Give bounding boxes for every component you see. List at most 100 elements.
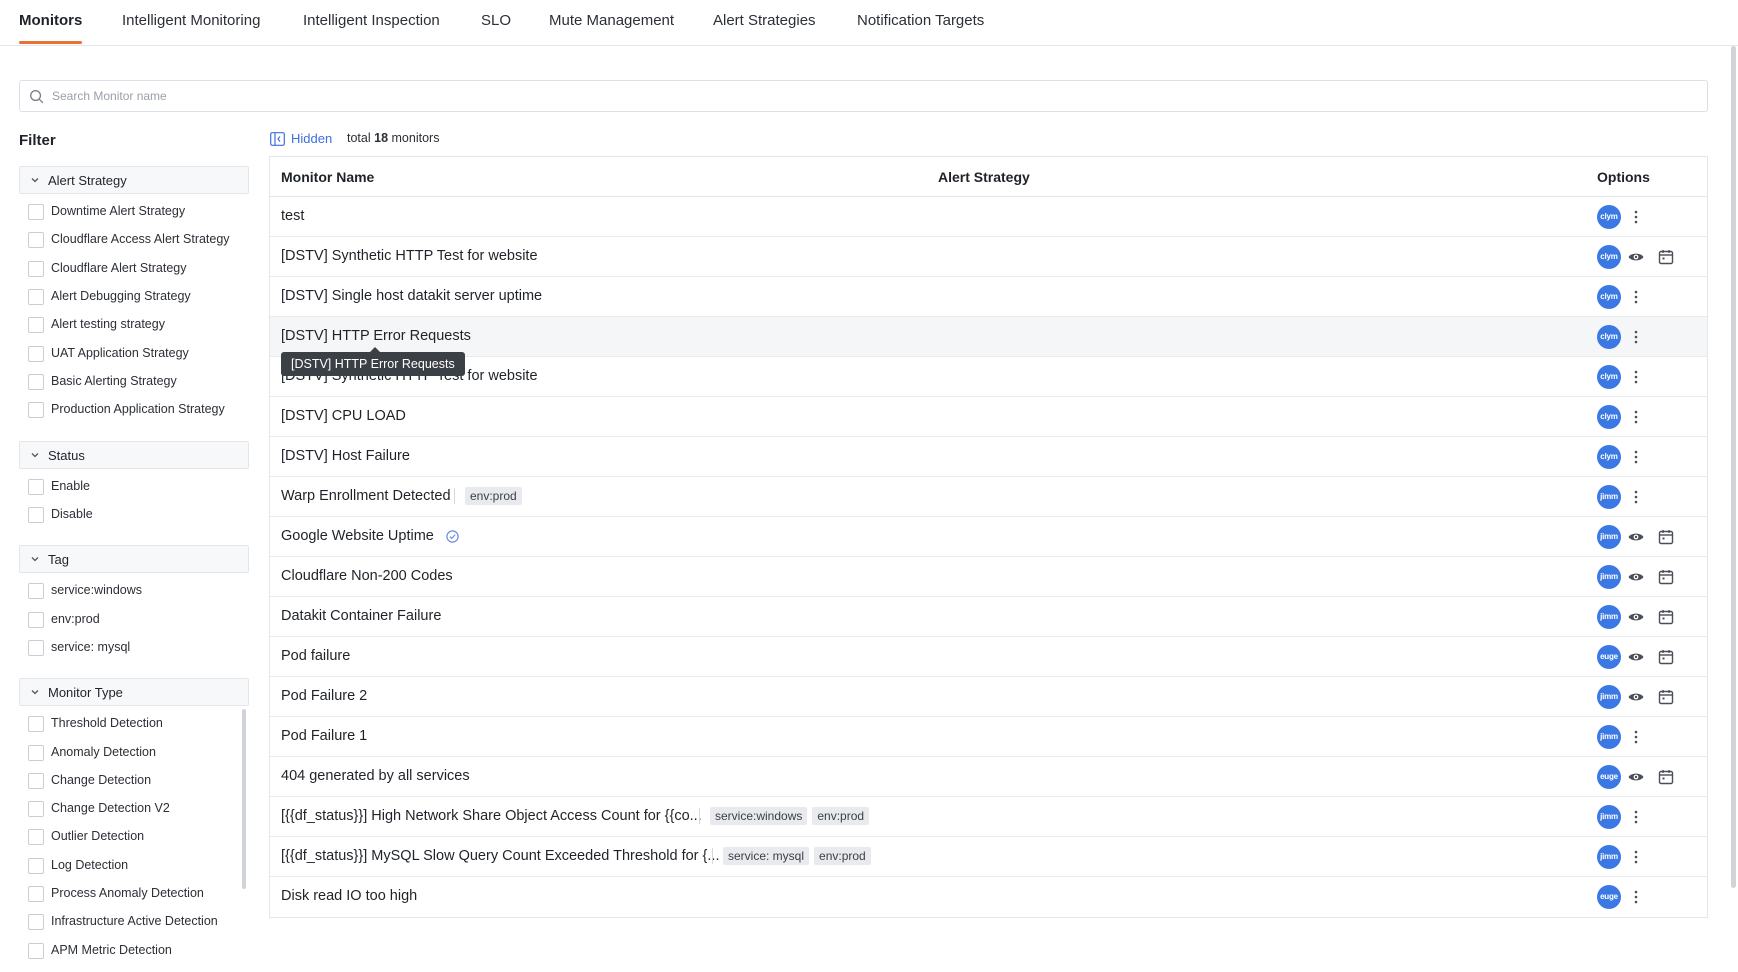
calendar-icon[interactable] <box>1657 568 1675 586</box>
checkbox[interactable] <box>28 317 44 333</box>
table-row[interactable]: Pod Failure 1 jimm <box>270 717 1707 757</box>
monitor-name[interactable]: Google Website Uptime <box>281 528 434 544</box>
monitor-name[interactable]: test <box>281 208 304 224</box>
monitor-name[interactable]: Warp Enrollment Detected <box>281 488 451 504</box>
more-options-icon[interactable] <box>1627 808 1645 826</box>
table-row[interactable]: [DSTV] CPU LOAD clym <box>270 397 1707 437</box>
checkbox[interactable] <box>28 858 44 874</box>
checkbox[interactable] <box>28 801 44 817</box>
checkbox[interactable] <box>28 829 44 845</box>
checkbox[interactable] <box>28 773 44 789</box>
checkbox[interactable] <box>28 507 44 523</box>
monitor-name[interactable]: [DSTV] Host Failure <box>281 448 410 464</box>
table-row[interactable]: [DSTV] Synthetic HTTP Test for website cl… <box>270 357 1707 397</box>
tab-mute-management[interactable]: Mute Management <box>549 12 674 29</box>
more-options-icon[interactable] <box>1627 448 1645 466</box>
checkbox[interactable] <box>28 479 44 495</box>
checkbox[interactable] <box>28 745 44 761</box>
monitor-name[interactable]: [DSTV] CPU LOAD <box>281 408 406 424</box>
more-options-icon[interactable] <box>1627 208 1645 226</box>
table-row[interactable]: Pod Failure 2 jimm <box>270 677 1707 717</box>
sidebar-scrollbar[interactable] <box>242 709 246 889</box>
more-options-icon[interactable] <box>1627 848 1645 866</box>
more-options-icon[interactable] <box>1627 488 1645 506</box>
search-input[interactable] <box>52 81 1692 111</box>
tab-intelligent-monitoring[interactable]: Intelligent Monitoring <box>122 12 260 29</box>
filter-group-alert-strategy[interactable]: Alert Strategy <box>19 166 249 194</box>
eye-icon[interactable] <box>1627 528 1645 546</box>
table-row[interactable]: Warp Enrollment Detected env:prod jimm <box>270 477 1707 517</box>
avatar: euge <box>1597 765 1621 789</box>
table-row[interactable]: Disk read IO too high euge <box>270 877 1707 917</box>
monitor-name[interactable]: Pod failure <box>281 648 350 664</box>
checkbox[interactable] <box>28 640 44 656</box>
checkbox[interactable] <box>28 612 44 628</box>
calendar-icon[interactable] <box>1657 768 1675 786</box>
table-row[interactable]: [DSTV] Host Failure clym <box>270 437 1707 477</box>
table-row[interactable]: 404 generated by all services euge <box>270 757 1707 797</box>
calendar-icon[interactable] <box>1657 248 1675 266</box>
more-options-icon[interactable] <box>1627 728 1645 746</box>
monitor-name[interactable]: [DSTV] Synthetic HTTP Test for website <box>281 248 538 264</box>
checkbox[interactable] <box>28 289 44 305</box>
table-row[interactable]: test clym <box>270 197 1707 237</box>
tab-slo[interactable]: SLO <box>481 12 511 29</box>
checkbox[interactable] <box>28 232 44 248</box>
checkbox[interactable] <box>28 914 44 930</box>
filter-group-monitor-type[interactable]: Monitor Type <box>19 678 249 706</box>
checkbox[interactable] <box>28 204 44 220</box>
table-row[interactable]: [{{df_status}}] High Network Share Objec… <box>270 797 1707 837</box>
calendar-icon[interactable] <box>1657 528 1675 546</box>
table-row[interactable]: Cloudflare Non-200 Codes jimm <box>270 557 1707 597</box>
monitor-name[interactable]: Pod Failure 1 <box>281 728 367 744</box>
eye-icon[interactable] <box>1627 248 1645 266</box>
checkbox[interactable] <box>28 374 44 390</box>
eye-icon[interactable] <box>1627 768 1645 786</box>
checkbox[interactable] <box>28 583 44 599</box>
avatar: clym <box>1597 365 1621 389</box>
monitor-name[interactable]: [{{df_status}}] High Network Share Objec… <box>281 808 702 824</box>
table-row[interactable]: Datakit Container Failure jimm <box>270 597 1707 637</box>
more-options-icon[interactable] <box>1627 888 1645 906</box>
calendar-icon[interactable] <box>1657 608 1675 626</box>
eye-icon[interactable] <box>1627 648 1645 666</box>
monitor-name[interactable]: Pod Failure 2 <box>281 688 367 704</box>
table-row[interactable]: [DSTV] Single host datakit server uptime… <box>270 277 1707 317</box>
tag-chip: env:prod <box>812 807 870 825</box>
table-row[interactable]: Pod failure euge <box>270 637 1707 677</box>
tag-chip: service:windows <box>710 807 808 825</box>
eye-icon[interactable] <box>1627 608 1645 626</box>
checkbox[interactable] <box>28 886 44 902</box>
checkbox[interactable] <box>28 716 44 732</box>
eye-icon[interactable] <box>1627 568 1645 586</box>
page-scrollbar[interactable] <box>1731 46 1736 888</box>
checkbox[interactable] <box>28 261 44 277</box>
tab-intelligent-inspection[interactable]: Intelligent Inspection <box>303 12 440 29</box>
table-row[interactable]: Google Website Uptime jimm <box>270 517 1707 557</box>
tab-notification-targets[interactable]: Notification Targets <box>857 12 984 29</box>
checkbox[interactable] <box>28 346 44 362</box>
monitor-name[interactable]: [DSTV] HTTP Error Requests <box>281 328 471 344</box>
table-row[interactable]: [{{df_status}}] MySQL Slow Query Count E… <box>270 837 1707 877</box>
monitor-name[interactable]: 404 generated by all services <box>281 768 470 784</box>
checkbox[interactable] <box>28 402 44 418</box>
filter-group-tag[interactable]: Tag <box>19 545 249 573</box>
eye-icon[interactable] <box>1627 688 1645 706</box>
monitor-name[interactable]: Datakit Container Failure <box>281 608 441 624</box>
monitor-name[interactable]: Cloudflare Non-200 Codes <box>281 568 453 584</box>
more-options-icon[interactable] <box>1627 328 1645 346</box>
more-options-icon[interactable] <box>1627 368 1645 386</box>
table-row[interactable]: [DSTV] Synthetic HTTP Test for website cl… <box>270 237 1707 277</box>
more-options-icon[interactable] <box>1627 288 1645 306</box>
checkbox[interactable] <box>28 943 44 959</box>
tab-monitors[interactable]: Monitors <box>19 12 82 29</box>
tab-alert-strategies[interactable]: Alert Strategies <box>713 12 816 29</box>
calendar-icon[interactable] <box>1657 648 1675 666</box>
table-row[interactable]: [DSTV] HTTP Error Requests clym <box>270 317 1707 357</box>
monitor-name[interactable]: Disk read IO too high <box>281 888 417 904</box>
more-options-icon[interactable] <box>1627 408 1645 426</box>
filter-group-status[interactable]: Status <box>19 441 249 469</box>
monitor-name[interactable]: [DSTV] Single host datakit server uptime <box>281 288 542 304</box>
calendar-icon[interactable] <box>1657 688 1675 706</box>
monitor-name[interactable]: [{{df_status}}] MySQL Slow Query Count E… <box>281 848 719 864</box>
